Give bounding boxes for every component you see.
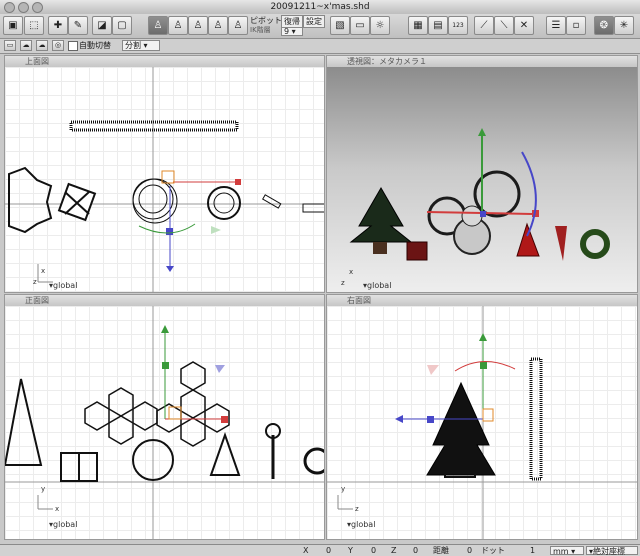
y-value: 0	[371, 546, 377, 555]
status-bar: X 0 Y 0 Z 0 距離 0 ドット 1 mm ▾ ▾絶対座標	[0, 544, 640, 556]
svg-text:x: x	[349, 268, 353, 276]
zoom-window-button[interactable]	[32, 2, 43, 13]
svg-text:x: x	[41, 267, 45, 275]
z-value: 0	[413, 546, 419, 555]
svg-text:z: z	[33, 278, 37, 286]
create-icon[interactable]: ✚	[48, 16, 68, 35]
light-icon[interactable]: ☼	[370, 16, 390, 35]
main-toolbar: ▣ ⬚ ✚ ✎ ◪ ▢ ♙ ♙ ♙ ♙ ♙ ピボット IK階層 9 ▾ 復帰 設…	[0, 14, 640, 39]
snap-point-icon[interactable]: ✕	[514, 16, 534, 35]
y-label: Y	[348, 546, 353, 555]
coord-label: ▾global	[49, 520, 78, 529]
window-title: 20091211~x'mas.shd	[270, 2, 370, 12]
unit-select[interactable]: mm ▾	[550, 546, 584, 556]
box-icon[interactable]: ▢	[112, 16, 132, 35]
right-view-viewport[interactable]: 右面図 y z ▾global	[326, 294, 638, 540]
render-icon[interactable]: ❂	[594, 16, 614, 35]
minimize-window-button[interactable]	[18, 2, 29, 13]
wire-icon[interactable]: ☁	[20, 40, 32, 51]
restore-button[interactable]: 復帰	[281, 15, 303, 28]
top-view-scene: x z	[5, 67, 324, 292]
move-figure-icon[interactable]: ♙	[168, 16, 188, 35]
svg-text:y: y	[41, 485, 45, 493]
secondary-toolbar: ▭ ☁ ☁ ◎ 自動切替 分割 ▾	[0, 39, 640, 54]
grid-view-icon[interactable]: ▦	[408, 16, 428, 35]
x-value: 0	[326, 546, 332, 555]
rect-icon[interactable]: ▭	[350, 16, 370, 35]
perspective-viewport[interactable]: 透視図：メタカメラ１ x z ▾global	[326, 55, 638, 293]
select-icon[interactable]: ⬚	[24, 16, 44, 35]
front-view-scene: y x	[5, 306, 324, 539]
auto-switch-label: 自動切替	[79, 41, 111, 50]
window-controls	[4, 2, 43, 13]
auto-switch-checkbox[interactable]	[68, 41, 78, 51]
svg-text:z: z	[355, 505, 359, 513]
top-view-viewport[interactable]: 上面図 x z ▾global	[4, 55, 325, 293]
window-icon[interactable]: ▫	[566, 16, 586, 35]
object-icon[interactable]: ◪	[92, 16, 112, 35]
figure-icon[interactable]: ♙	[148, 16, 168, 35]
distance-value: 0	[467, 546, 473, 555]
right-view-scene: y z	[327, 306, 637, 539]
coord-label: ▾global	[347, 520, 376, 529]
list-icon[interactable]: ☰	[546, 16, 566, 35]
scale-figure-icon[interactable]: ♙	[208, 16, 228, 35]
dot-value: 1	[530, 546, 536, 555]
cube-icon[interactable]: ▧	[330, 16, 350, 35]
coord-label: ▾global	[49, 281, 78, 290]
coord-label: ▾global	[363, 281, 392, 290]
dot-label: ドット	[481, 546, 505, 555]
distance-label: 距離	[433, 546, 449, 555]
shade-icon[interactable]: ☁	[36, 40, 48, 51]
snap-line-icon[interactable]: ⟍	[494, 16, 514, 35]
view-mode-select[interactable]: 分割 ▾	[122, 40, 160, 51]
front-view-viewport[interactable]: 正面図 y x ▾global	[4, 294, 325, 540]
svg-text:z: z	[341, 279, 345, 287]
grid-lines-icon[interactable]: ▤	[428, 16, 448, 35]
svg-text:y: y	[341, 485, 345, 493]
z-label: Z	[391, 546, 397, 555]
title-bar: 20091211~x'mas.shd	[0, 0, 640, 15]
pose-figure-icon[interactable]: ♙	[228, 16, 248, 35]
settings-button[interactable]: 設定	[303, 15, 325, 28]
grid-count-button[interactable]: 123	[448, 16, 468, 35]
edit-icon[interactable]: ✎	[68, 16, 88, 35]
x-label: X	[303, 546, 309, 555]
perspective-scene: x z	[341, 128, 610, 287]
sparkle-icon[interactable]: ✳	[614, 16, 634, 35]
coord-mode-select[interactable]: ▾絶対座標	[586, 546, 638, 556]
svg-text:x: x	[55, 505, 59, 513]
view-cube-icon[interactable]: ▣	[3, 16, 23, 35]
rotate-figure-icon[interactable]: ♙	[188, 16, 208, 35]
ik-label: IK階層	[250, 26, 271, 34]
snap-icon[interactable]: ⟋	[474, 16, 494, 35]
solid-icon[interactable]: ◎	[52, 40, 64, 51]
close-window-button[interactable]	[4, 2, 15, 13]
view-rect-icon[interactable]: ▭	[4, 40, 16, 51]
